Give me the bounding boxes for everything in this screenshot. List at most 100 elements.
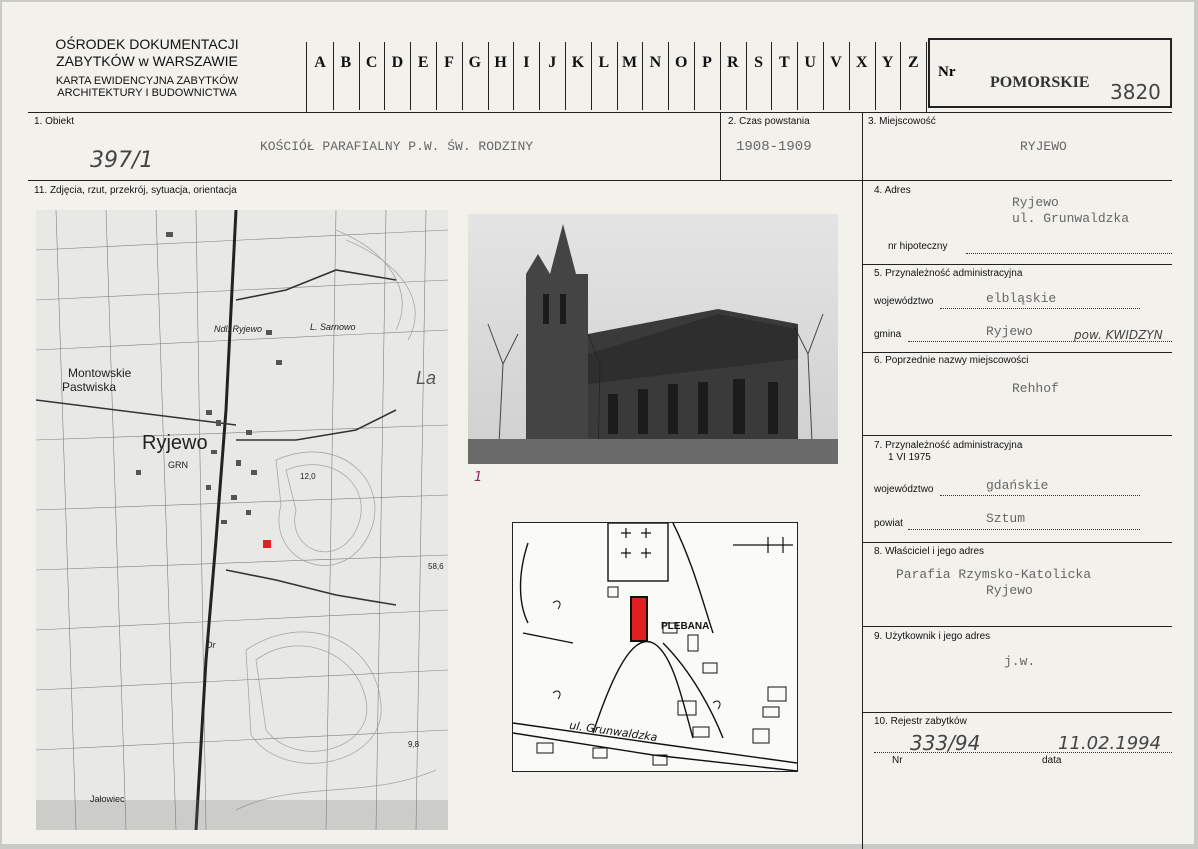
alphabet-separator [616, 42, 618, 110]
alphabet-letter-c: C [365, 54, 378, 71]
photo-number: 1 [474, 470, 483, 485]
sketch-label-plebania: PLEBANA [661, 621, 710, 632]
rejestr-label: 10. Rejestr zabytków [874, 716, 967, 727]
map-label-jalowiec: Jałowiec [90, 794, 125, 804]
church-location-marker [263, 540, 271, 548]
church-sketch-marker [630, 596, 648, 642]
poprzednie-label: 6. Poprzednie nazwy miejscowości [874, 355, 1029, 366]
alphabet-letter-j: J [548, 54, 557, 71]
map-label-sarnowo: L. Sarnowo [310, 322, 356, 332]
gmina-handwritten: pow. KWIDZYN [1074, 328, 1163, 342]
alphabet-separator [590, 42, 592, 110]
przynaleznosc1975-date: 1 VI 1975 [888, 452, 931, 463]
alphabet-separator [539, 42, 541, 110]
alphabet-letter-y: Y [881, 54, 894, 71]
alphabet-letter-e: E [417, 54, 429, 71]
region-name: POMORSKIE [990, 74, 1090, 91]
alphabet-letter-g: G [468, 54, 482, 71]
alphabet-letter-n: N [649, 54, 662, 71]
alphabet-letter-h: H [494, 54, 507, 71]
powiat-label: powiat [874, 518, 903, 529]
alphabet-separator [745, 42, 747, 110]
map-label-la: La [416, 368, 437, 388]
wojewodztwo-value: elbląskie [986, 291, 1057, 306]
map-label-elev2: 58,6 [428, 562, 444, 571]
alphabet-letter-o: O [674, 54, 688, 71]
alphabet-separator [668, 42, 670, 110]
gmina-value: Ryjewo [986, 324, 1033, 339]
church-photo [468, 214, 838, 464]
alphabet-separator [823, 42, 824, 110]
uzytkownik-value: j.w. [1004, 654, 1036, 669]
alphabet-letter-r: R [727, 54, 739, 71]
obiekt-label: 1. Obiekt [34, 116, 75, 127]
alphabet-separator [900, 42, 902, 110]
alphabet-separator [719, 42, 721, 110]
alphabet-letter-s: S [754, 54, 764, 71]
card-title-line-1: KARTA EWIDENCYJNA ZABYTKÓW [55, 75, 239, 87]
nr-label: Nr [938, 64, 956, 80]
alphabet-separator [848, 42, 850, 110]
record-card: OŚRODEK DOKUMENTACJI ZABYTKÓW w WARSZAWI… [2, 2, 1194, 849]
map-label-ryjewo: Ryjewo [142, 432, 208, 454]
map-label-dr: Dr [206, 640, 216, 650]
wojewodztwo1975-label: województwo [874, 484, 934, 495]
wlasciciel-label: 8. Właściciel i jego adres [874, 546, 985, 557]
alphabet-letter-u: U [804, 54, 816, 71]
rejestr-data-value: 11.02.1994 [1058, 733, 1162, 754]
map-label-elev3: 9,8 [408, 740, 420, 749]
wlasciciel-line-2: Ryjewo [986, 583, 1033, 598]
alphabet-separator [358, 42, 360, 110]
przynaleznosc-label: 5. Przynależność administracyjna [874, 268, 1023, 279]
gmina-label: gmina [874, 329, 902, 340]
alphabet-letter-v: V [830, 54, 842, 71]
alphabet-separator [565, 42, 566, 110]
alphabet-letter-k: K [571, 54, 585, 71]
powiat-value: Sztum [986, 511, 1026, 526]
zdjecia-label: 11. Zdjęcia, rzut, przekrój, sytuacja, o… [34, 185, 237, 196]
alphabet-letter-m: M [622, 54, 638, 71]
wojewodztwo1975-value: gdańskie [986, 478, 1049, 493]
institution-block: OŚRODEK DOKUMENTACJI ZABYTKÓW w WARSZAWI… [32, 36, 262, 99]
wojewodztwo-label: województwo [874, 296, 934, 307]
alphabet-separator [513, 42, 515, 110]
region-number: 3820 [1110, 80, 1161, 104]
rejestr-nr-label: Nr [892, 755, 903, 766]
uzytkownik-label: 9. Użytkownik i jego adres [874, 631, 991, 642]
map-label-elev1: 12,0 [300, 472, 316, 481]
alphabet-letter-p: P [702, 54, 712, 71]
alphabet-letter-a: A [314, 54, 326, 71]
czas-value: 1908-1909 [736, 139, 812, 155]
miejscowosc-label: 3. Miejscowość [868, 116, 936, 127]
alphabet-letter-l: L [598, 54, 610, 71]
wlasciciel-line-1: Parafia Rzymsko-Katolicka [896, 567, 1092, 582]
map-label-ndl: Ndl. Ryjewo [214, 324, 263, 334]
map-label-grn: GRN [168, 460, 188, 470]
alphabet-letter-x: X [856, 54, 868, 71]
alphabet-separator [384, 42, 386, 110]
alphabet-separator [487, 42, 489, 110]
map-label-pastwiska: Pastwiska [62, 380, 117, 394]
adres-label: 4. Adres [874, 185, 911, 196]
czas-label: 2. Czas powstania [728, 116, 810, 127]
alphabet-letter-z: Z [908, 54, 919, 71]
obiekt-handwritten: 397/1 [90, 148, 154, 173]
hipoteczny-label: nr hipoteczny [888, 241, 948, 252]
card-title-line-2: ARCHITEKTURY I BUDOWNICTWA [57, 87, 237, 99]
map-label-montowskie: Montowskie [68, 366, 132, 380]
alphabet-letter-b: B [340, 54, 352, 71]
region-box: Nr POMORSKIE 3820 [928, 38, 1172, 108]
alphabet-separator [436, 42, 437, 110]
alphabet-separator [797, 42, 799, 110]
institution-line-2: ZABYTKÓW w WARSZAWIE [56, 53, 238, 69]
alphabet-separator [461, 42, 463, 110]
site-sketch: PLEBANA ul. Grunwaldzka [512, 522, 798, 772]
alphabet-separator [771, 42, 773, 110]
rejestr-data-label: data [1042, 755, 1062, 766]
alphabet-letter-i: I [523, 54, 530, 71]
alphabet-separator [874, 42, 876, 110]
adres-line-1: Ryjewo [1012, 195, 1059, 210]
alphabet-separator [694, 42, 695, 110]
topographic-map: Montowskie Pastwiska Ryjewo GRN Ndl. Ryj… [36, 210, 448, 830]
przynaleznosc1975-label: 7. Przynależność administracyjna [874, 440, 1023, 451]
